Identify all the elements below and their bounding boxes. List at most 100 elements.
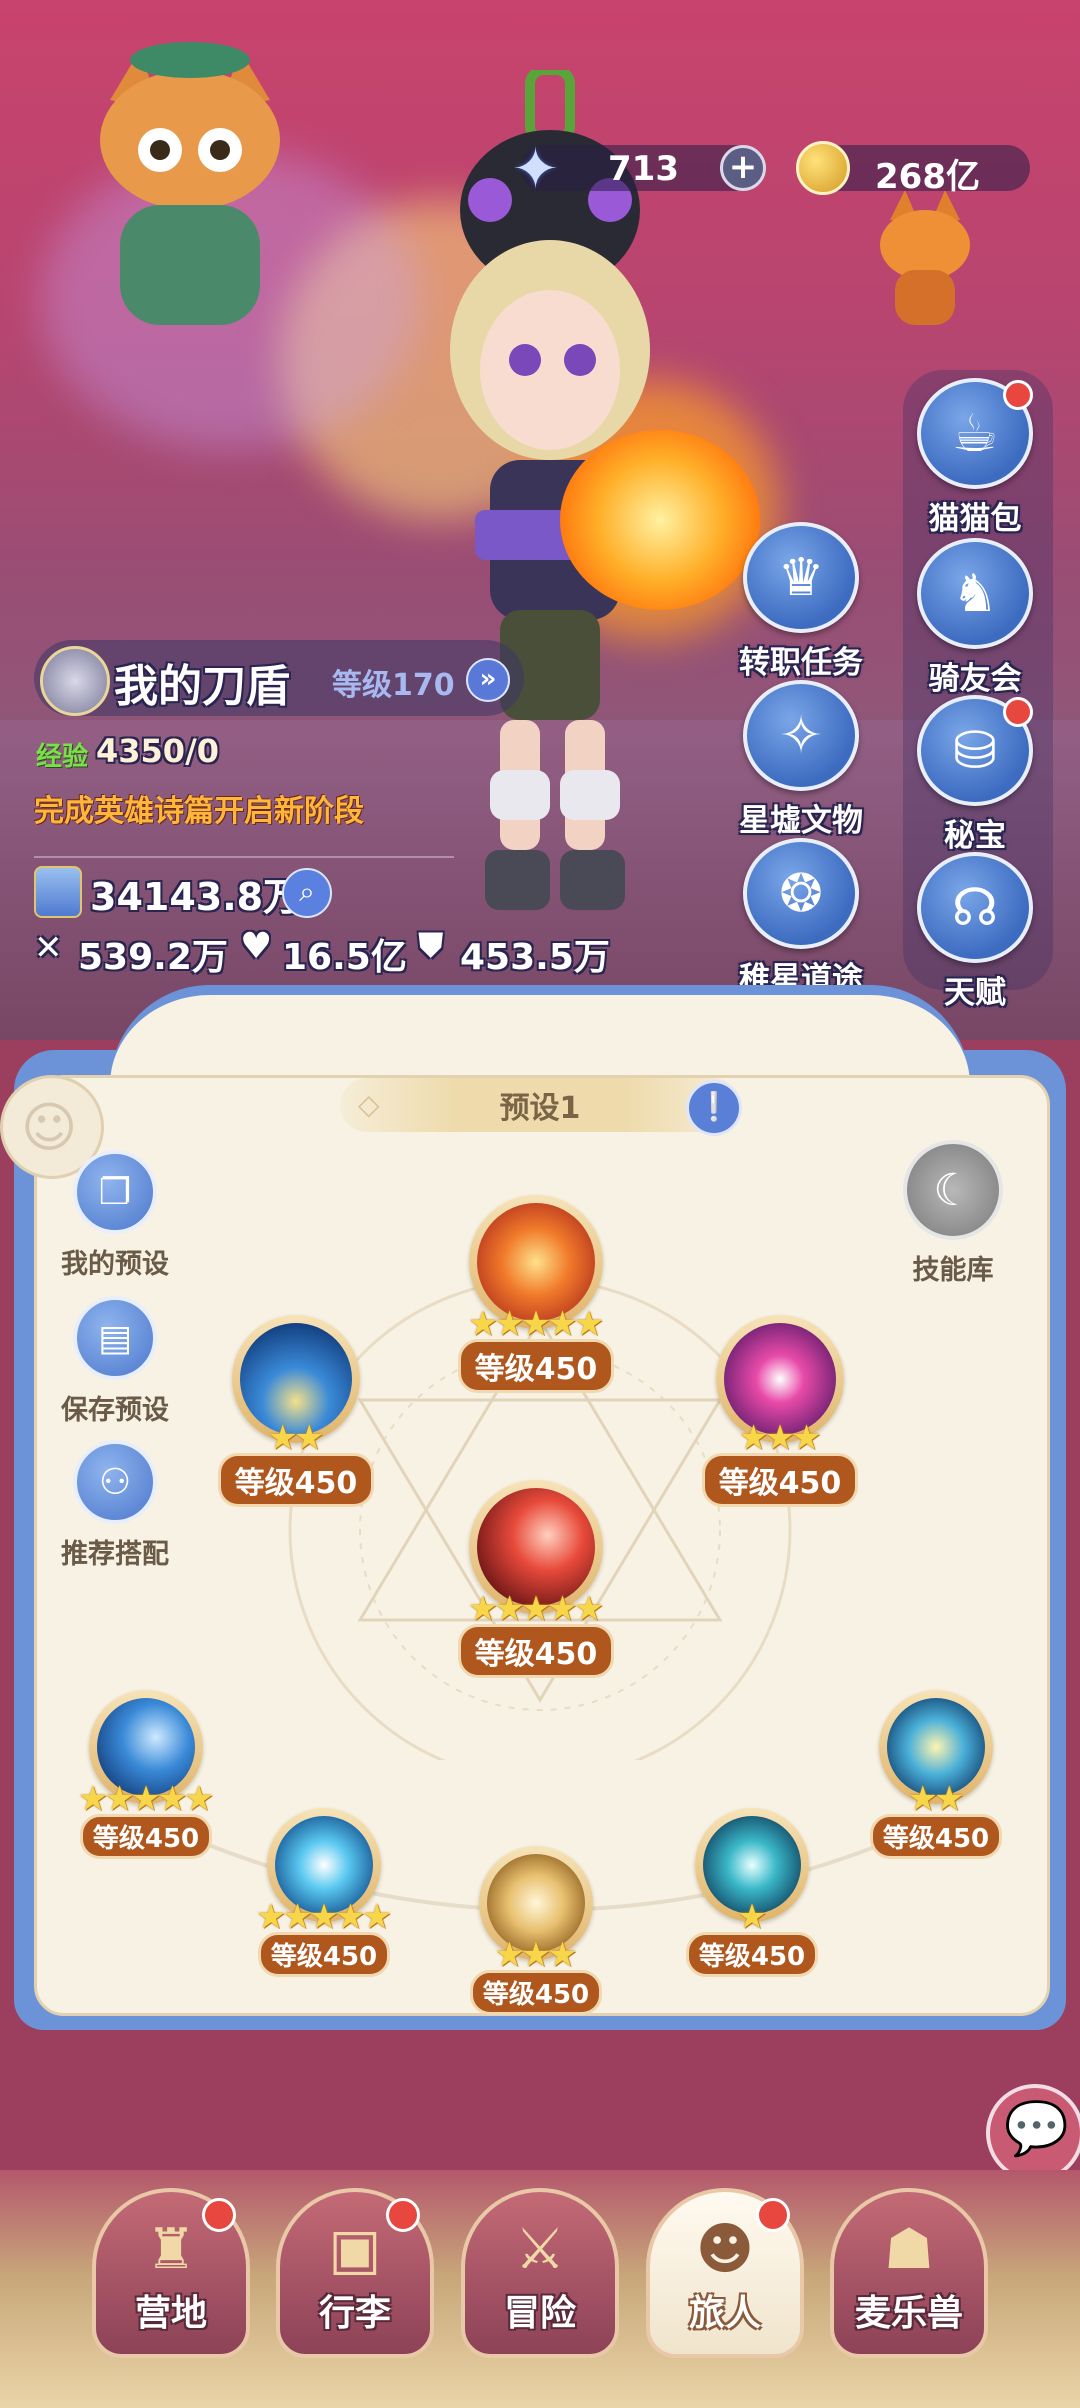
hp-value: 16.5亿 — [282, 937, 407, 978]
star-icon: ★ — [573, 1589, 605, 1629]
skill-slot-center[interactable]: ★ ★ ★ ★ ★ 等级450 — [446, 1480, 626, 1678]
star-icon: ★ — [736, 1897, 768, 1937]
star-currency-value: 713 — [608, 149, 679, 189]
star-icon: ★ — [791, 1418, 822, 1458]
castle-icon: ♜ — [145, 2217, 197, 2282]
class-emblem-icon — [40, 646, 110, 716]
recommended-build-label: 推荐搭配 — [61, 1539, 169, 1570]
nav-camp-label: 营地 — [134, 2293, 207, 2334]
chat-bubble-icon: 💬 — [1004, 2099, 1069, 2159]
hp-heart-icon: ♥ — [240, 926, 273, 967]
skill-slot-bottom-4[interactable]: ★ 等级450 — [662, 1808, 842, 1977]
recommended-build-button[interactable]: ⚇ 推荐搭配 — [30, 1440, 200, 1571]
save-preset-button[interactable]: ▤ 保存预设 — [30, 1296, 200, 1427]
exp-value: 4350/0 — [96, 732, 220, 770]
add-star-button[interactable]: + — [720, 145, 766, 191]
star-gem-icon: ✦ — [512, 137, 559, 202]
notification-dot — [1003, 697, 1033, 727]
star-currency: ✦ 713 + — [512, 137, 766, 202]
treasure-chest-icon: ⛁ — [953, 720, 997, 781]
skill-level: 等级450 — [469, 1970, 603, 2015]
skill-stars: ★ ★ ★ ★ ★ — [78, 1779, 215, 1819]
crown-icon: ♛ — [777, 547, 825, 608]
attack-icon: ✕ — [34, 928, 63, 968]
star-icon: ★ — [573, 1304, 605, 1344]
attack-value: 539.2万 — [78, 937, 228, 978]
star-relic-button[interactable]: ✧ 星墟文物 — [726, 680, 876, 840]
treasure-button[interactable]: ⛁ 秘宝 — [900, 695, 1050, 855]
bottom-nav: ♜ 营地 ▣ 行李 ⚔ 冒险 ☻ 旅人 ☗ 麦乐兽 — [0, 2170, 1080, 2408]
combat-power: 34143.8万 — [90, 875, 302, 919]
preset-book-button[interactable]: ❕ — [686, 1080, 742, 1136]
skill-level: 等级450 — [257, 1932, 391, 1977]
skill-level: 等级450 — [457, 1339, 615, 1393]
notification-dot — [202, 2198, 236, 2232]
coin-currency-value: 268亿 — [875, 157, 980, 197]
coin-icon — [796, 141, 850, 195]
cat-bag-button[interactable]: ☕ 猫猫包 — [900, 378, 1050, 538]
skill-stars: ★ ★ — [908, 1782, 965, 1816]
save-preset-label: 保存预设 — [61, 1395, 169, 1426]
skill-slot-left[interactable]: ★ ★ 等级450 — [206, 1315, 386, 1507]
traveler-portrait-icon: ☻ — [695, 2217, 755, 2282]
star-icon: ★ — [294, 1418, 325, 1458]
nav-luggage[interactable]: ▣ 行李 — [276, 2188, 434, 2358]
job-change-quest-button[interactable]: ♛ 转职任务 — [726, 522, 876, 682]
star-icon: ★ — [183, 1779, 215, 1819]
talent-label: 天赋 — [944, 975, 1006, 1011]
cat-face-icon: ☗ — [883, 2217, 935, 2282]
nav-camp[interactable]: ♜ 营地 — [92, 2188, 250, 2358]
notification-dot — [756, 2198, 790, 2232]
preset-title: 预设1 — [499, 1091, 581, 1126]
skill-slot-right[interactable]: ★ ★ ★ 等级450 — [690, 1315, 870, 1507]
star-icon: ★ — [361, 1897, 393, 1937]
skill-slot-bottom-5[interactable]: ★ ★ 等级450 — [846, 1690, 1026, 1859]
rider-club-label: 骑友会 — [928, 661, 1022, 697]
backpack-icon: ▣ — [328, 2217, 382, 2282]
star-icon: ★ — [547, 1935, 578, 1975]
skill-slot-bottom-1[interactable]: ★ ★ ★ ★ ★ 等级450 — [56, 1690, 236, 1859]
panel-arch — [110, 985, 970, 1085]
chat-button[interactable]: 💬 — [986, 2084, 1080, 2182]
skill-stars: ★ ★ ★ ★ ★ — [256, 1897, 393, 1937]
notification-dot — [386, 2198, 420, 2232]
divider — [34, 856, 454, 858]
skill-level: 等级450 — [869, 1814, 1003, 1859]
young-star-path-button[interactable]: ❂ 稚星道途 — [726, 838, 876, 998]
power-shield-icon — [34, 866, 82, 918]
mountain-sparkle-icon: ✧ — [779, 705, 823, 766]
progress-hint[interactable]: 完成英雄诗篇开启新阶段 — [34, 786, 364, 830]
skill-stars: ★ ★ — [268, 1418, 325, 1458]
nav-adventure-label: 冒险 — [503, 2293, 576, 2334]
skill-level: 等级450 — [217, 1453, 375, 1507]
nav-mele-beast-label: 麦乐兽 — [854, 2293, 963, 2334]
pet-cat-sprite — [100, 42, 280, 325]
character-name: 我的刀盾 — [114, 661, 290, 712]
bubbles-icon: ⚇ — [98, 1461, 132, 1503]
skill-slot-top[interactable]: ★ ★ ★ ★ ★ 等级450 — [446, 1195, 626, 1393]
skill-stars: ★ ★ ★ — [494, 1935, 578, 1975]
cat-bag-icon: ☕ — [951, 403, 999, 464]
power-detail-search-button[interactable]: ⌕ — [282, 868, 332, 918]
my-presets-button[interactable]: ❐ 我的预设 — [30, 1150, 200, 1281]
talent-button[interactable]: ☊ 天赋 — [900, 852, 1050, 1012]
level-detail-button[interactable]: » — [466, 658, 510, 702]
skill-stars: ★ ★ ★ ★ ★ — [468, 1589, 605, 1629]
treasure-label: 秘宝 — [944, 818, 1006, 854]
rider-club-button[interactable]: ♞ 骑友会 — [900, 538, 1050, 698]
skill-stars: ★ ★ ★ — [738, 1418, 822, 1458]
nav-traveler[interactable]: ☻ 旅人 — [646, 2188, 804, 2358]
skill-slot-bottom-3[interactable]: ★ ★ ★ 等级450 — [446, 1846, 626, 2015]
skill-library-button[interactable]: ☾ 技能库 — [868, 1140, 1038, 1287]
moon-icon: ☾ — [933, 1164, 973, 1216]
nav-luggage-label: 行李 — [318, 2293, 391, 2334]
nav-traveler-label: 旅人 — [688, 2293, 761, 2334]
skill-stars: ★ — [736, 1897, 768, 1937]
coin-currency: 268亿 — [796, 141, 1030, 197]
preset-selector[interactable]: ◇ 预设1 — [340, 1078, 740, 1132]
skill-level: 等级450 — [685, 1932, 819, 1977]
nav-mele-beast[interactable]: ☗ 麦乐兽 — [830, 2188, 988, 2358]
nav-adventure[interactable]: ⚔ 冒险 — [461, 2188, 619, 2358]
cat-bag-label: 猫猫包 — [928, 501, 1022, 537]
skill-slot-bottom-2[interactable]: ★ ★ ★ ★ ★ 等级450 — [234, 1808, 414, 1977]
